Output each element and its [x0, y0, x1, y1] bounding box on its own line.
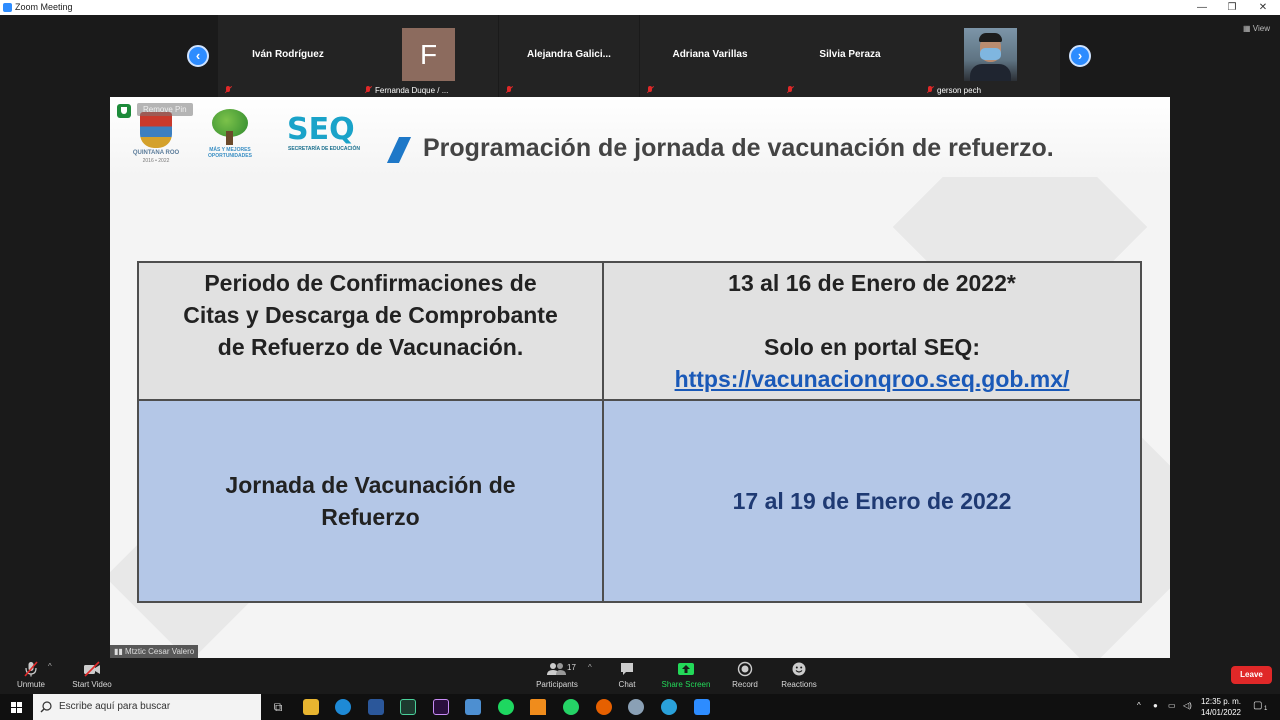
schedule-table: Periodo de Confirmaciones de Citas y Des… — [137, 261, 1142, 603]
avatar: F — [402, 28, 455, 81]
mic-muted-icon — [24, 661, 38, 677]
start-button[interactable] — [0, 694, 32, 720]
share-screen-icon — [678, 663, 694, 675]
restore-button[interactable]: ❐ — [1217, 0, 1247, 15]
participant-tile[interactable]: gerson pech — [920, 15, 1060, 97]
search-icon — [40, 701, 52, 713]
zoom-icon — [3, 3, 12, 12]
next-page-button[interactable]: › — [1069, 45, 1091, 67]
table-cell: 17 al 19 de Enero de 2022 — [602, 399, 1142, 603]
volume-icon[interactable]: ◁) — [1183, 701, 1192, 710]
participant-name: gerson pech — [937, 86, 982, 95]
network-icon[interactable]: ▭ — [1168, 701, 1176, 710]
leave-button[interactable]: Leave — [1231, 666, 1272, 684]
video-off-icon — [84, 661, 100, 677]
mic-muted-icon — [224, 86, 232, 94]
shield-icon — [117, 104, 131, 118]
chat-icon — [621, 663, 633, 675]
participant-tile[interactable]: Iván Rodríguez — [218, 15, 358, 97]
participants-icon — [547, 663, 566, 675]
taskbar-clock[interactable]: 12:35 p. m. 14/01/2022 — [1196, 696, 1246, 718]
participant-name: Alejandra Galici... — [527, 49, 611, 60]
table-row: Jornada de Vacunación de Refuerzo 17 al … — [137, 399, 1142, 603]
table-cell: Jornada de Vacunación de Refuerzo — [137, 399, 604, 603]
participant-name: Iván Rodríguez — [252, 49, 324, 60]
mic-muted-icon — [926, 86, 934, 94]
taskbar-search[interactable]: Escribe aquí para buscar — [33, 694, 261, 720]
view-icon: ▦ — [1243, 24, 1253, 33]
portal-link[interactable]: https://vacunacionqroo.seq.gob.mx/ — [675, 366, 1070, 392]
minimize-button[interactable]: — — [1187, 0, 1217, 15]
record-button[interactable]: Record — [730, 661, 760, 689]
start-video-button[interactable]: Start Video — [70, 661, 114, 689]
prev-page-button[interactable]: ‹ — [187, 45, 209, 67]
edge-icon[interactable] — [335, 699, 351, 715]
notification-icon[interactable]: ▢ — [1253, 700, 1262, 711]
notification-count: 1 — [1264, 706, 1268, 712]
quintana-roo-logo: QUINTANA ROO 2016 • 2022 — [126, 112, 186, 164]
smiley-icon — [792, 662, 806, 676]
telegram-icon[interactable] — [661, 699, 677, 715]
premiere-icon[interactable] — [433, 699, 449, 715]
notes-app-icon[interactable] — [465, 699, 481, 715]
mic-muted-icon — [505, 86, 513, 94]
table-cell: 13 al 16 de Enero de 2022* Solo en porta… — [602, 261, 1142, 401]
shared-screen: QUINTANA ROO 2016 • 2022 MÁS Y MEJORES O… — [110, 97, 1170, 658]
remove-pin-button[interactable]: Remove Pin — [137, 103, 193, 116]
close-button[interactable]: ✕ — [1248, 0, 1278, 15]
chevron-right-icon: › — [1077, 48, 1083, 63]
mic-muted-icon — [364, 86, 372, 94]
table-row: Periodo de Confirmaciones de Citas y Des… — [137, 261, 1142, 401]
participant-tile[interactable]: Alejandra Galici... — [499, 15, 639, 97]
chat-button[interactable]: Chat — [612, 661, 642, 689]
audition-icon[interactable] — [400, 699, 416, 715]
participant-name: Fernanda Duque / ... — [375, 86, 449, 95]
signal-icon: ▮▮ — [114, 647, 126, 656]
mic-muted-icon — [786, 86, 794, 94]
vlc-icon[interactable] — [530, 699, 546, 715]
task-view-icon[interactable]: ⧉ — [270, 699, 286, 715]
participant-tile[interactable]: Adriana Varillas — [640, 15, 780, 97]
participant-video — [964, 28, 1017, 81]
unmute-button[interactable]: Unmute — [12, 661, 50, 689]
meeting-controls: Unmute ^ Start Video Participants 17 ^ C… — [0, 658, 1280, 694]
participant-tile[interactable]: Silvia Peraza — [780, 15, 920, 97]
reactions-button[interactable]: Reactions — [779, 661, 819, 689]
mic-muted-icon — [646, 86, 654, 94]
spotify-icon[interactable] — [498, 699, 514, 715]
participant-name: Adriana Varillas — [672, 49, 748, 60]
microphone-icon[interactable]: ● — [1153, 701, 1158, 710]
view-button[interactable]: ▦ View — [1243, 24, 1270, 33]
table-cell: Periodo de Confirmaciones de Citas y Des… — [137, 261, 604, 401]
caret-up-icon[interactable]: ^ — [588, 663, 592, 672]
tree-logo: MÁS Y MEJORES OPORTUNIDADES — [202, 109, 258, 163]
app-icon[interactable] — [628, 699, 644, 715]
share-screen-button[interactable]: Share Screen — [660, 661, 712, 689]
caret-up-icon[interactable]: ^ — [48, 662, 52, 671]
participants-count: 17 — [567, 663, 576, 672]
active-speaker-label: ▮▮ Mtztic Cesar Valero — [110, 645, 199, 658]
word-icon[interactable] — [368, 699, 384, 715]
whatsapp-icon[interactable] — [563, 699, 579, 715]
firefox-icon[interactable] — [596, 699, 612, 715]
window-title: Zoom Meeting — [15, 2, 73, 12]
windows-taskbar: Escribe aquí para buscar ⧉ ^ ● ▭ ◁) 12:3… — [0, 694, 1280, 720]
chevron-left-icon: ‹ — [195, 48, 201, 63]
seq-logo: SEQ SECRETARÍA DE EDUCACIÓN — [287, 112, 360, 152]
file-explorer-icon[interactable] — [303, 699, 319, 715]
slide-title: Programación de jornada de vacunación de… — [423, 134, 1054, 162]
zoom-taskbar-icon[interactable] — [694, 699, 710, 715]
title-bar: Zoom Meeting — ❐ ✕ — [0, 0, 1280, 15]
chevron-up-icon[interactable]: ^ — [1137, 701, 1141, 710]
record-icon — [737, 661, 753, 677]
participant-name: Silvia Peraza — [819, 49, 881, 60]
participant-tile[interactable]: F Fernanda Duque / ... — [358, 15, 498, 97]
search-placeholder: Escribe aquí para buscar — [59, 701, 171, 712]
